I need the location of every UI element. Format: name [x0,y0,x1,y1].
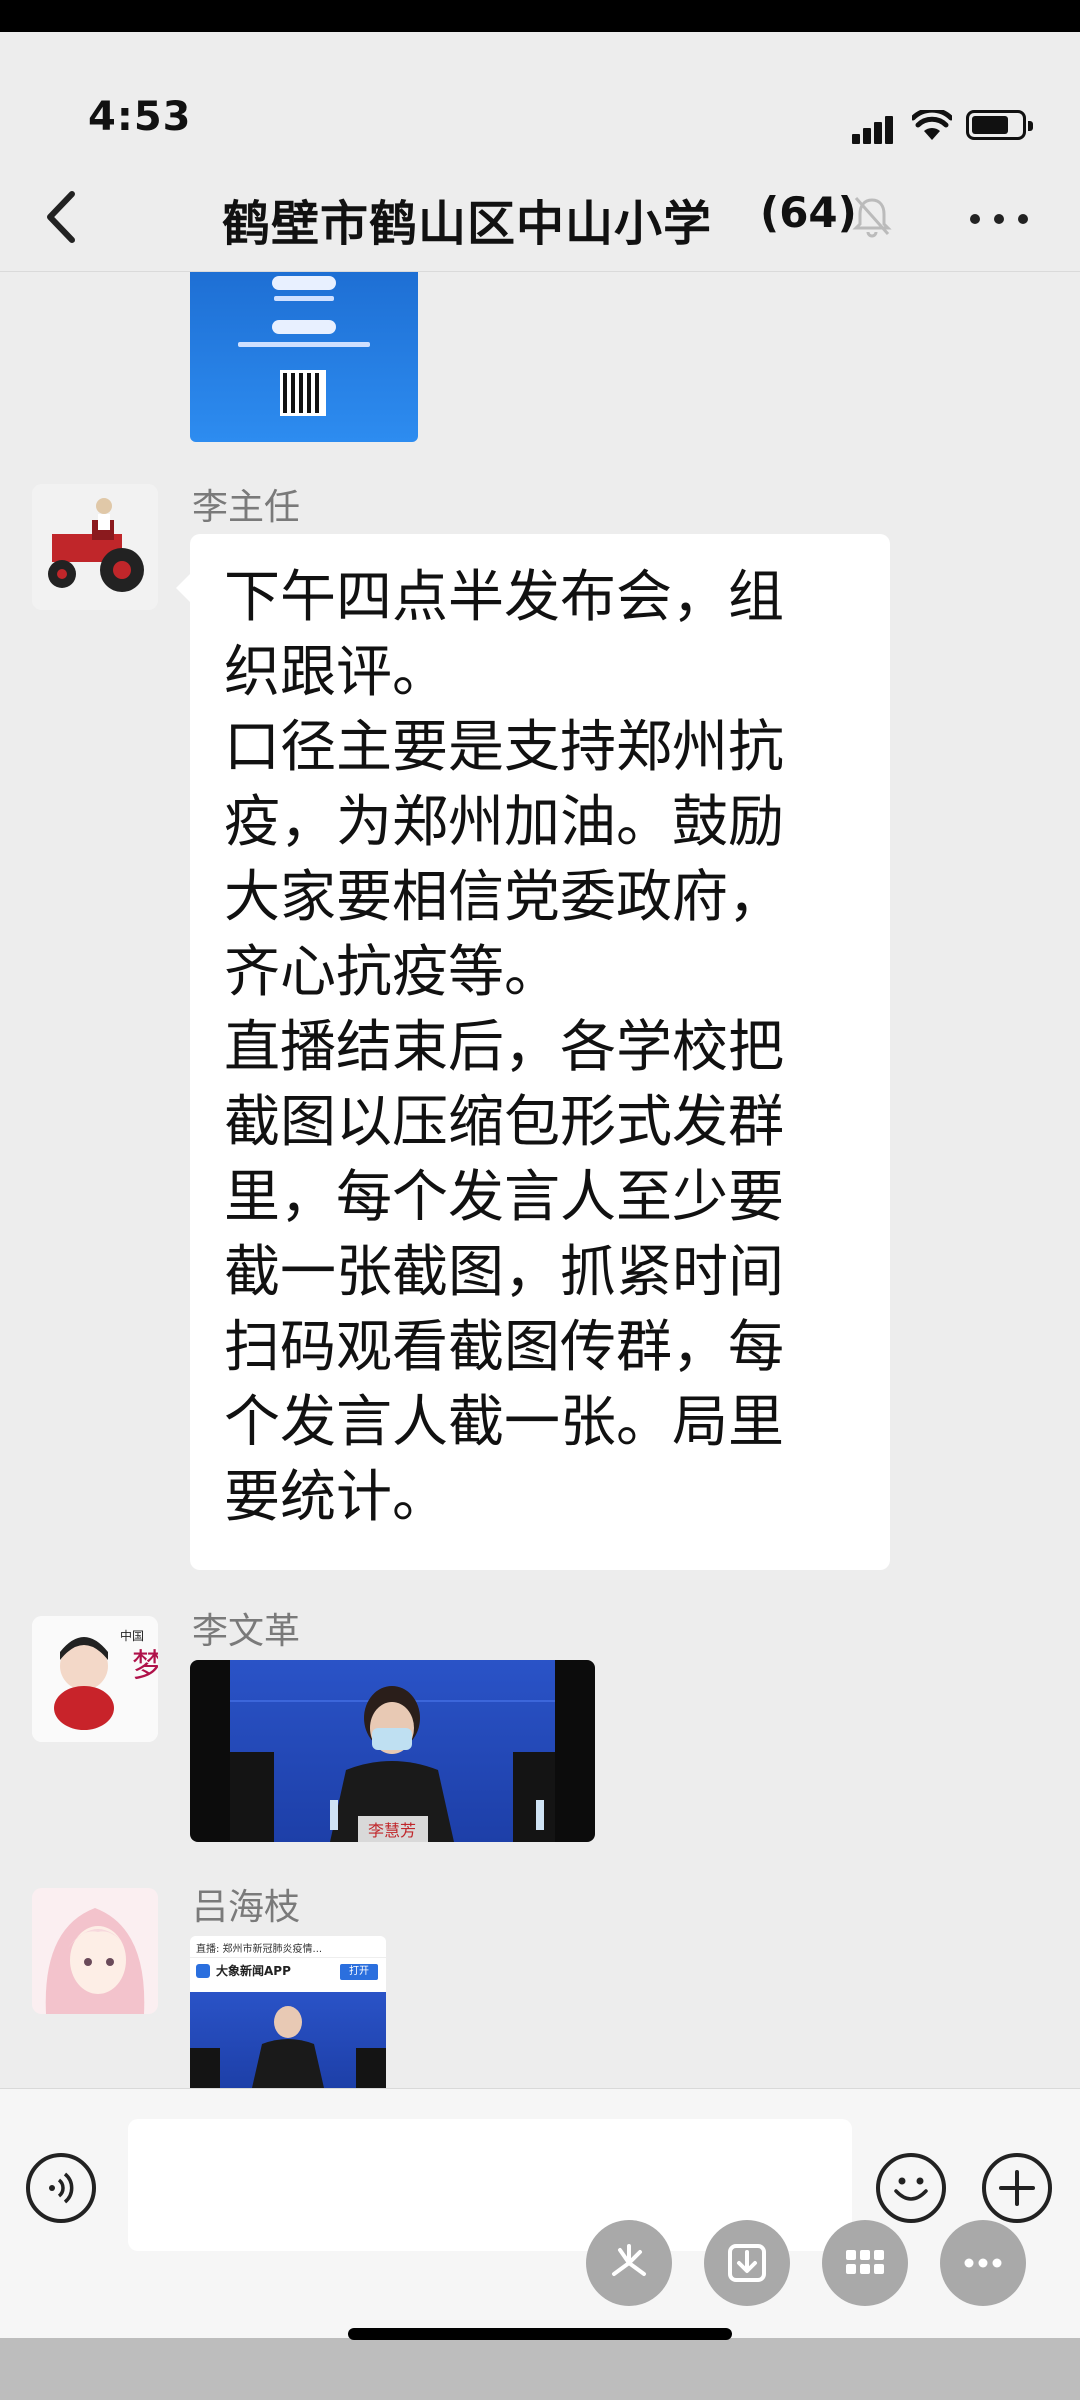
status-time: 4:53 [88,94,192,140]
avatar-li-wenge[interactable]: 中国 梦 [32,1616,158,1742]
top-black-bar [0,0,1080,32]
voice-icon[interactable] [26,2153,96,2223]
back-arrow-icon[interactable] [38,184,88,250]
svg-text:中国: 中国 [120,1628,144,1643]
status-bar: 4:53 [0,32,1080,162]
chat-header: 鹤壁市鹤山区中山小学 (64) [0,162,1080,272]
grid-icon[interactable] [822,2220,908,2306]
member-count: (64) [760,188,857,237]
battery-icon [966,110,1033,140]
emoji-icon[interactable] [876,2153,946,2223]
cartoon-avatar-image: 中国 梦 [32,1616,158,1742]
more-options-icon[interactable] [940,2220,1026,2306]
message-bubble[interactable]: 下午四点半发布会，组 织跟评。 口径主要是支持郑州抗 疫，为郑州加油。鼓励 大家… [176,534,890,1570]
plus-icon[interactable] [982,2153,1052,2223]
bottom-bar [0,2338,1080,2400]
name-plate-text: 李慧芳 [368,1821,416,1840]
event-poster-image[interactable] [190,272,418,442]
sender-name: 吕海枝 [192,1887,301,1928]
thumb-header-text: 直播: 郑州市新冠肺炎疫情... [196,1944,323,1955]
chat-title: 鹤壁市鹤山区中山小学 [222,196,713,252]
input-bar [0,2088,1080,2338]
more-dots-icon[interactable] [970,212,1030,228]
wifi-icon [912,110,952,140]
anime-girl-avatar-image [32,1888,158,2014]
press-conference-thumb [190,2006,386,2088]
thumb-app-text: 大象新闻APP [216,1964,291,1978]
sender-name: 李主任 [192,487,301,528]
sender-name: 李文革 [192,1611,301,1652]
pinwheel-icon[interactable] [586,2220,672,2306]
press-conference-image: 李慧芳 [230,1686,555,1842]
mute-bell-icon [852,197,892,238]
svg-text:梦: 梦 [132,1646,158,1684]
home-indicator[interactable] [348,2328,732,2340]
message-text: 下午四点半发布会，组 织跟评。 口径主要是支持郑州抗 疫，为郑州加油。鼓励 大家… [224,565,784,1530]
video-thumbnail[interactable]: 李慧芳 [190,1660,595,1842]
avatar-li-zhuren[interactable] [32,484,158,610]
download-icon[interactable] [704,2220,790,2306]
cellular-signal-icon [852,114,894,144]
tractor-avatar-image [32,484,158,610]
thumb-open-button: 打开 [340,1964,378,1980]
screenshot-image[interactable]: 直播: 郑州市新冠肺炎疫情... 大象新闻APP 打开 [190,1936,386,2088]
avatar-lv-haizhi[interactable] [32,1888,158,2014]
